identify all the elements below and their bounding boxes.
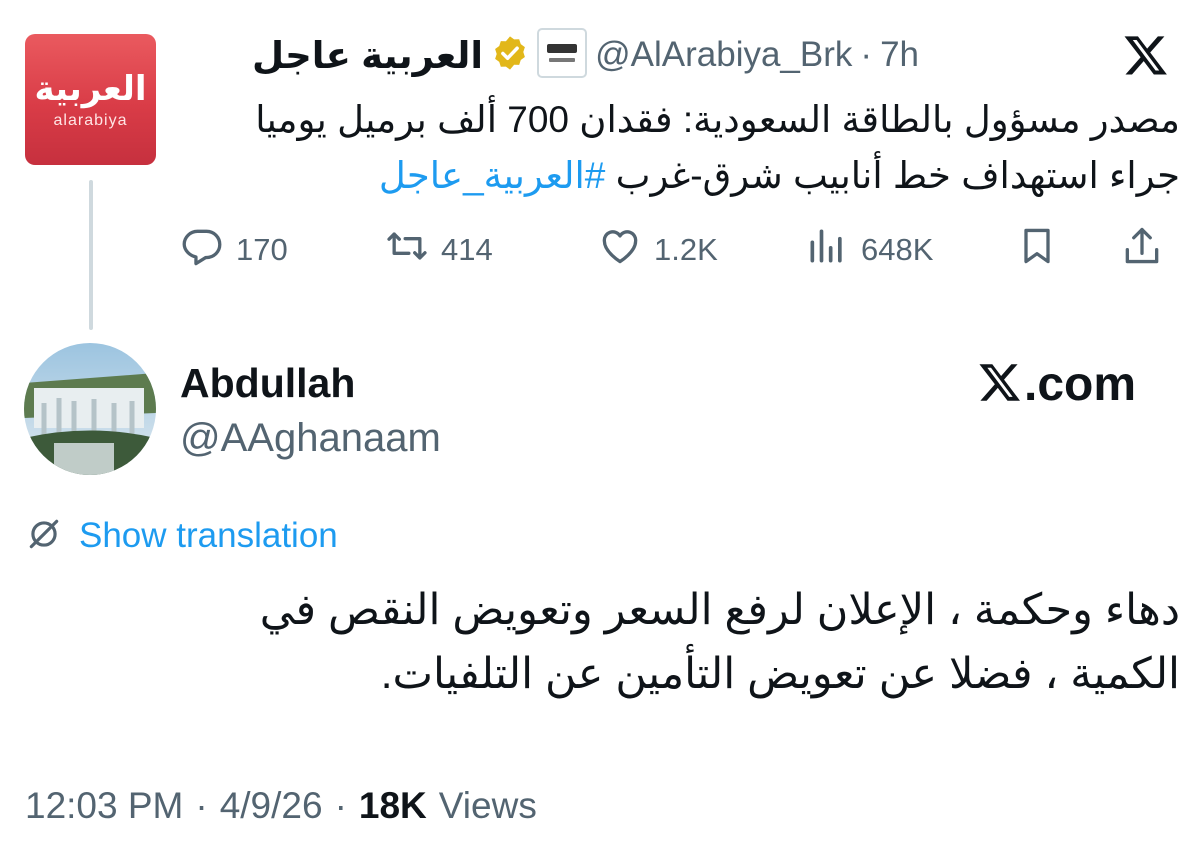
meta-separator: · (860, 35, 873, 74)
tweet-views-label: Views (438, 785, 537, 826)
reply-icon (180, 224, 224, 276)
repost-icon (385, 224, 429, 276)
user-display-name[interactable]: Abdullah (180, 360, 355, 407)
share-icon (1120, 224, 1164, 276)
views-icon (805, 224, 849, 276)
quoted-tweet-text: مصدر مسؤول بالطاقة السعودية: فقدان 700 أ… (180, 92, 1180, 204)
tweet-footer: 12:03 PM · 4/9/26 · 18K Views (25, 780, 537, 832)
affiliate-logo-icon (537, 27, 588, 83)
tweet-date[interactable]: 4/9/26 (220, 785, 323, 827)
user-avatar[interactable] (24, 343, 156, 475)
show-translation-label[interactable]: Show translation (79, 516, 338, 556)
quoted-handle[interactable]: @AlArabiya_Brk (595, 35, 852, 75)
tweet-time[interactable]: 12:03 PM (25, 785, 183, 827)
reply-button[interactable]: 170 (180, 222, 288, 278)
alarabiya-avatar[interactable]: العربية alarabiya (25, 34, 156, 165)
thread-connector-line (89, 180, 93, 330)
x-com-text: .com (1024, 357, 1137, 411)
x-brand-logo-icon (978, 360, 1022, 409)
footer-separator: · (334, 785, 347, 826)
repost-button[interactable]: 414 (385, 222, 493, 278)
views-count: 648K (861, 232, 934, 267)
like-icon (598, 224, 642, 276)
x-logo-icon[interactable] (1123, 32, 1169, 78)
quoted-tweet-header: العربية عاجل @AlArabiya_Brk · 7h (252, 27, 919, 83)
user-handle[interactable]: @AAghanaam (180, 416, 441, 461)
logo-arabic-text: العربية (34, 70, 147, 108)
bookmark-button[interactable] (1015, 222, 1059, 278)
x-com-brand: .com (978, 356, 1136, 412)
like-button[interactable]: 1.2K (598, 222, 718, 278)
repost-count: 414 (441, 232, 493, 267)
quoted-time[interactable]: 7h (880, 35, 919, 75)
reply-count: 170 (236, 232, 288, 267)
show-translation-link[interactable]: Show translation (25, 512, 338, 560)
share-button[interactable] (1120, 222, 1164, 278)
quoted-tweet-actions: 170 414 1.2K 648K (180, 222, 1170, 278)
footer-separator: · (195, 785, 208, 826)
translate-icon (25, 515, 63, 558)
verified-badge-icon (491, 34, 529, 77)
tweet-body-text: دهاء وحكمة ، الإعلان لرفع السعر وتعويض ا… (259, 586, 1180, 698)
hashtag-link[interactable]: #العربية_عاجل (379, 155, 606, 196)
views-button[interactable]: 648K (805, 222, 933, 278)
tweet-views-count: 18K (358, 785, 427, 826)
quoted-author-name[interactable]: العربية عاجل (252, 34, 483, 77)
logo-latin-text: alarabiya (53, 112, 128, 129)
bookmark-icon (1015, 224, 1059, 276)
like-count: 1.2K (654, 232, 718, 267)
